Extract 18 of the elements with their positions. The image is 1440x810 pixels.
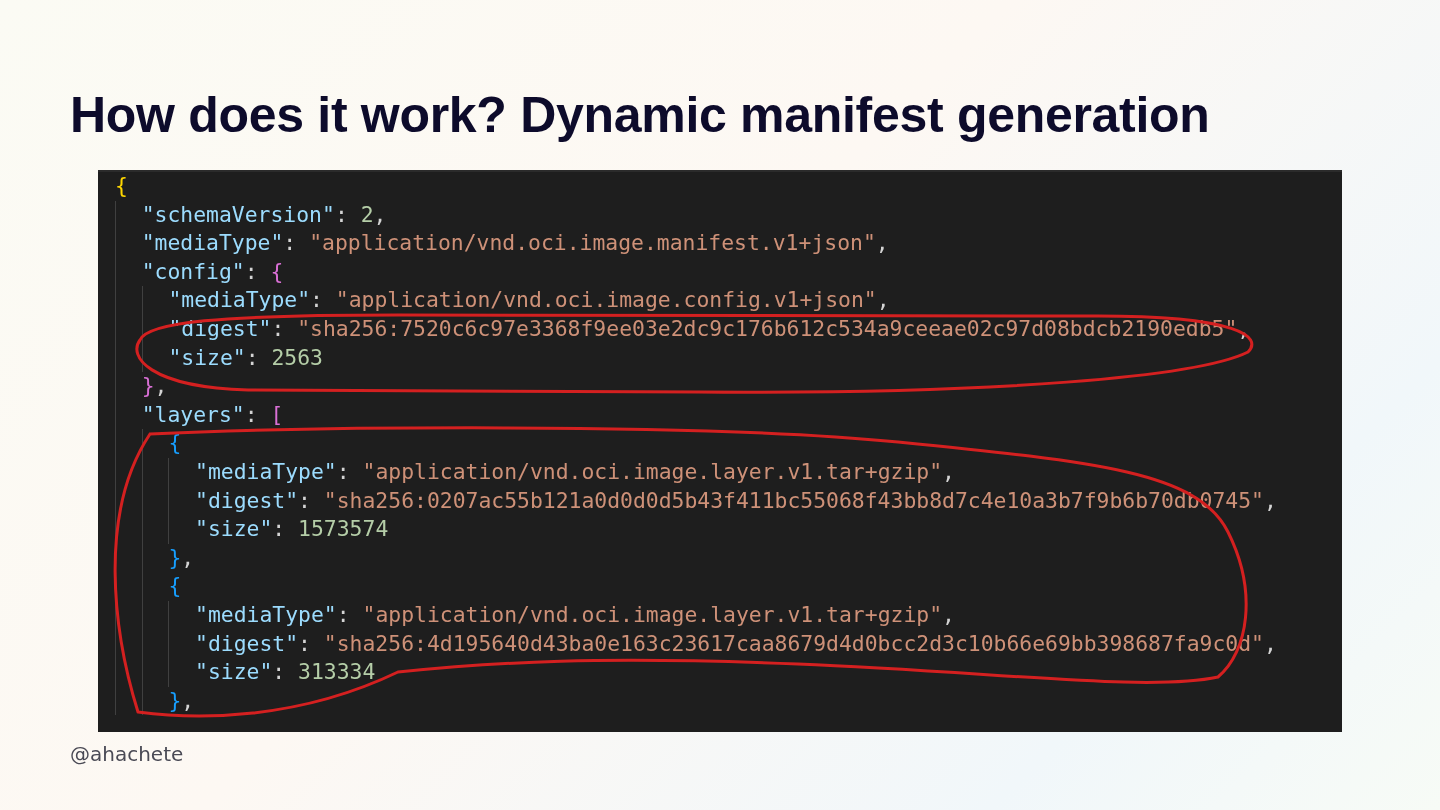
- code-line: "mediaType": "application/vnd.oci.image.manifest.v1+json",: [141, 229, 889, 258]
- code-line: "size": 313334: [195, 658, 376, 687]
- code-line: {: [168, 429, 182, 458]
- code-line: "mediaType": "application/vnd.oci.image.layer.v1.tar+gzip",: [195, 600, 955, 629]
- code-line: {: [115, 172, 128, 200]
- code-line: },: [141, 372, 168, 401]
- code-line: },: [168, 686, 195, 715]
- code-line: },: [168, 543, 195, 572]
- code-line: "layers": [: [141, 400, 284, 429]
- code-line: "schemaVersion": 2,: [141, 200, 387, 229]
- slide-title: How does it work? Dynamic manifest generation: [70, 86, 1211, 145]
- author-handle: @ahachete: [70, 742, 185, 766]
- code-line: "size": 2563: [168, 343, 323, 372]
- code-line: "config": {: [141, 257, 284, 286]
- code-line: "mediaType": "application/vnd.oci.image.config.v1+json",: [168, 286, 890, 315]
- code-line: {: [168, 572, 182, 601]
- code-line: "size": 1573574: [195, 515, 389, 544]
- code-line: "mediaType": "application/vnd.oci.image.layer.v1.tar+gzip",: [195, 457, 955, 486]
